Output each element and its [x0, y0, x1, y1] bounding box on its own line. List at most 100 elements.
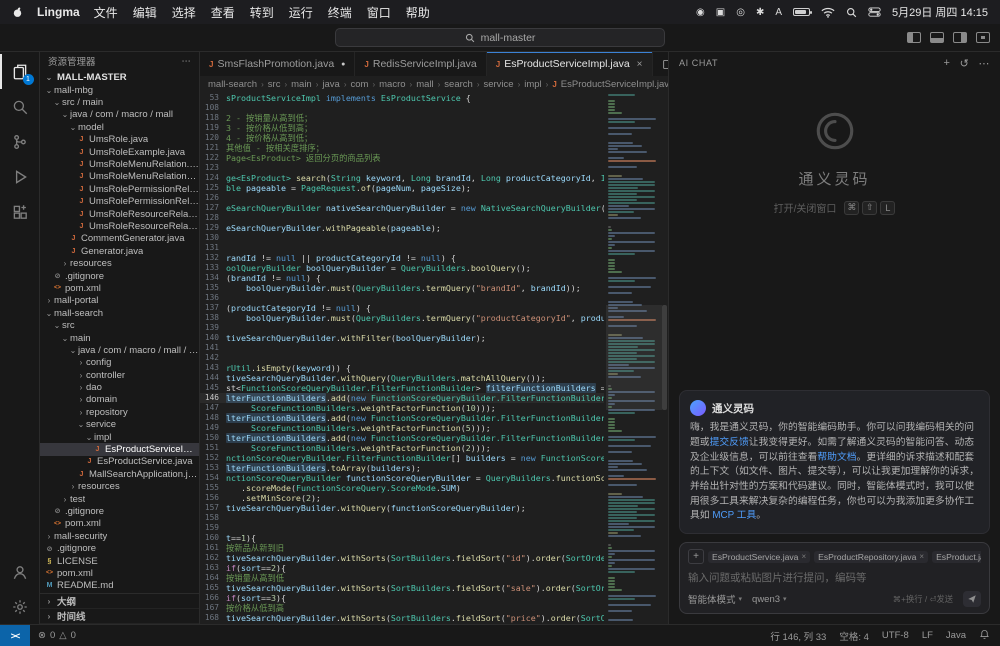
menu-item-编辑[interactable]: 编辑: [133, 4, 157, 21]
tree-item[interactable]: ›controller: [40, 369, 199, 381]
menu-item-文件[interactable]: 文件: [94, 4, 118, 21]
breadcrumb-item[interactable]: mall: [416, 79, 433, 90]
status-item[interactable]: LF: [922, 630, 933, 641]
tree-item[interactable]: ›domain: [40, 394, 199, 406]
context-chip[interactable]: EsProduct.java×: [932, 551, 981, 563]
menu-item-窗口[interactable]: 窗口: [367, 4, 391, 21]
explorer-more-icon[interactable]: ⋯: [182, 56, 192, 67]
history-icon[interactable]: ↺: [960, 57, 970, 70]
tree-item[interactable]: JUmsRolePermissionRelation.java: [40, 183, 199, 195]
breadcrumb-item[interactable]: EsProductServiceImpl.java: [561, 79, 668, 90]
toggle-panel-icon[interactable]: [930, 32, 944, 43]
menu-item-终端[interactable]: 终端: [328, 4, 352, 21]
editor-tab[interactable]: JEsProductServiceImpl.java×: [487, 52, 653, 76]
tree-item[interactable]: <>pom.xml: [40, 567, 199, 579]
wifi-icon[interactable]: [821, 7, 835, 18]
tree-item[interactable]: JEsProductService.java: [40, 456, 199, 468]
menu-item-帮助[interactable]: 帮助: [406, 4, 430, 21]
tree-item[interactable]: JUmsRole.java: [40, 134, 199, 146]
account-icon[interactable]: [0, 554, 40, 589]
tree-item[interactable]: JUmsRoleResourceRelation.java: [40, 208, 199, 220]
close-icon[interactable]: ×: [801, 552, 806, 561]
tree-item[interactable]: JUmsRoleExample.java: [40, 146, 199, 158]
battery-icon[interactable]: [793, 8, 810, 16]
editor-tab[interactable]: JSmsFlashPromotion.java●: [200, 52, 355, 76]
tree-item[interactable]: ›resources: [40, 481, 199, 493]
customize-layout-icon[interactable]: [976, 32, 990, 43]
menu-item-运行[interactable]: 运行: [289, 4, 313, 21]
tree-item[interactable]: <>pom.xml: [40, 518, 199, 530]
code-editor[interactable]: 53sProductServiceImpl implements EsProdu…: [200, 92, 668, 624]
search-activity-icon[interactable]: [0, 89, 40, 124]
display-mirror-icon[interactable]: ▣: [716, 7, 725, 18]
editor-tab[interactable]: JRedisServiceImpl.java: [355, 52, 486, 76]
tree-item[interactable]: ⊘.gitignore: [40, 505, 199, 517]
scrollbar-thumb[interactable]: [662, 305, 667, 410]
tree-item[interactable]: JUmsRoleMenuRelation.java: [40, 158, 199, 170]
problems-indicator[interactable]: ⊗ 0 △ 0: [30, 630, 84, 641]
menu-item-查看[interactable]: 查看: [211, 4, 235, 21]
input-source-icon[interactable]: A: [775, 7, 782, 18]
tree-item[interactable]: JCommentGenerator.java: [40, 233, 199, 245]
status-item[interactable]: 空格: 4: [839, 629, 869, 643]
tree-item[interactable]: ⌄impl: [40, 431, 199, 443]
focus-mode-icon[interactable]: ◎: [736, 7, 745, 18]
tree-item[interactable]: ›repository: [40, 406, 199, 418]
tree-item[interactable]: JUmsRolePermissionRelationExample.java: [40, 196, 199, 208]
settings-gear-icon[interactable]: [0, 589, 40, 624]
toggle-secondary-sidebar-icon[interactable]: [953, 32, 967, 43]
menu-item-转到[interactable]: 转到: [250, 4, 274, 21]
tree-item[interactable]: ⌄service: [40, 419, 199, 431]
close-icon[interactable]: ×: [919, 552, 924, 561]
breadcrumb-item[interactable]: mall-search: [208, 79, 257, 90]
command-center-search[interactable]: mall-master: [335, 28, 665, 47]
ai-message-link[interactable]: 提交反馈: [710, 437, 749, 448]
add-context-button[interactable]: +: [688, 549, 704, 564]
tree-item[interactable]: ›mall-security: [40, 530, 199, 542]
breadcrumb-item[interactable]: com: [351, 79, 369, 90]
model-select[interactable]: qwen3▾: [752, 594, 787, 605]
breadcrumb-item[interactable]: search: [444, 79, 473, 90]
notifications-bell-icon[interactable]: [979, 629, 990, 643]
context-chip[interactable]: EsProductRepository.java×: [814, 551, 928, 563]
app-menu[interactable]: Lingma: [37, 5, 80, 19]
remote-indicator[interactable]: ><: [0, 625, 30, 646]
toggle-primary-sidebar-icon[interactable]: [907, 32, 921, 43]
control-center-icon[interactable]: [868, 7, 881, 17]
status-item[interactable]: UTF-8: [882, 630, 909, 641]
breadcrumb-item[interactable]: src: [268, 79, 281, 90]
status-item[interactable]: 行 146, 列 33: [770, 629, 826, 643]
mode-select[interactable]: 智能体模式▾: [688, 592, 742, 606]
source-control-activity-icon[interactable]: [0, 124, 40, 159]
sidebar-section-大纲[interactable]: ›大纲: [40, 594, 199, 609]
tree-item[interactable]: ⌄main: [40, 332, 199, 344]
ai-message-link[interactable]: 帮助文档: [817, 452, 856, 463]
send-button[interactable]: [963, 591, 981, 607]
tree-item[interactable]: ›test: [40, 493, 199, 505]
editor-scrollbar[interactable]: [662, 92, 668, 624]
tree-item[interactable]: ⌄java / com / macro / mall: [40, 109, 199, 121]
tree-item[interactable]: ⌄mall-search: [40, 307, 199, 319]
breadcrumb-item[interactable]: macro: [379, 79, 405, 90]
tree-item[interactable]: JEsProductServiceImpl.java: [40, 443, 199, 455]
menu-item-选择[interactable]: 选择: [172, 4, 196, 21]
minimap[interactable]: [606, 92, 662, 624]
tree-item[interactable]: ›mall-portal: [40, 295, 199, 307]
spotlight-search-icon[interactable]: [846, 7, 857, 18]
tree-item[interactable]: JUmsRoleResourceRelationExample.java: [40, 220, 199, 232]
status-item[interactable]: Java: [946, 630, 966, 641]
run-debug-activity-icon[interactable]: [0, 159, 40, 194]
tree-item[interactable]: MREADME.md: [40, 580, 199, 592]
tree-item[interactable]: ⌄src / main: [40, 96, 199, 108]
explorer-activity-icon[interactable]: 1: [0, 54, 40, 89]
breadcrumb-item[interactable]: main: [291, 79, 312, 90]
tree-item[interactable]: JGenerator.java: [40, 245, 199, 257]
tree-item[interactable]: ⌄mall-mbg: [40, 84, 199, 96]
context-chip[interactable]: EsProductService.java×: [708, 551, 810, 563]
tree-item[interactable]: ⊘.gitignore: [40, 542, 199, 554]
tree-item[interactable]: ⌄model: [40, 121, 199, 133]
breadcrumb-item[interactable]: java: [322, 79, 339, 90]
extensions-activity-icon[interactable]: [0, 194, 40, 229]
apple-menu-icon[interactable]: [12, 6, 23, 19]
close-icon[interactable]: ×: [637, 59, 643, 70]
